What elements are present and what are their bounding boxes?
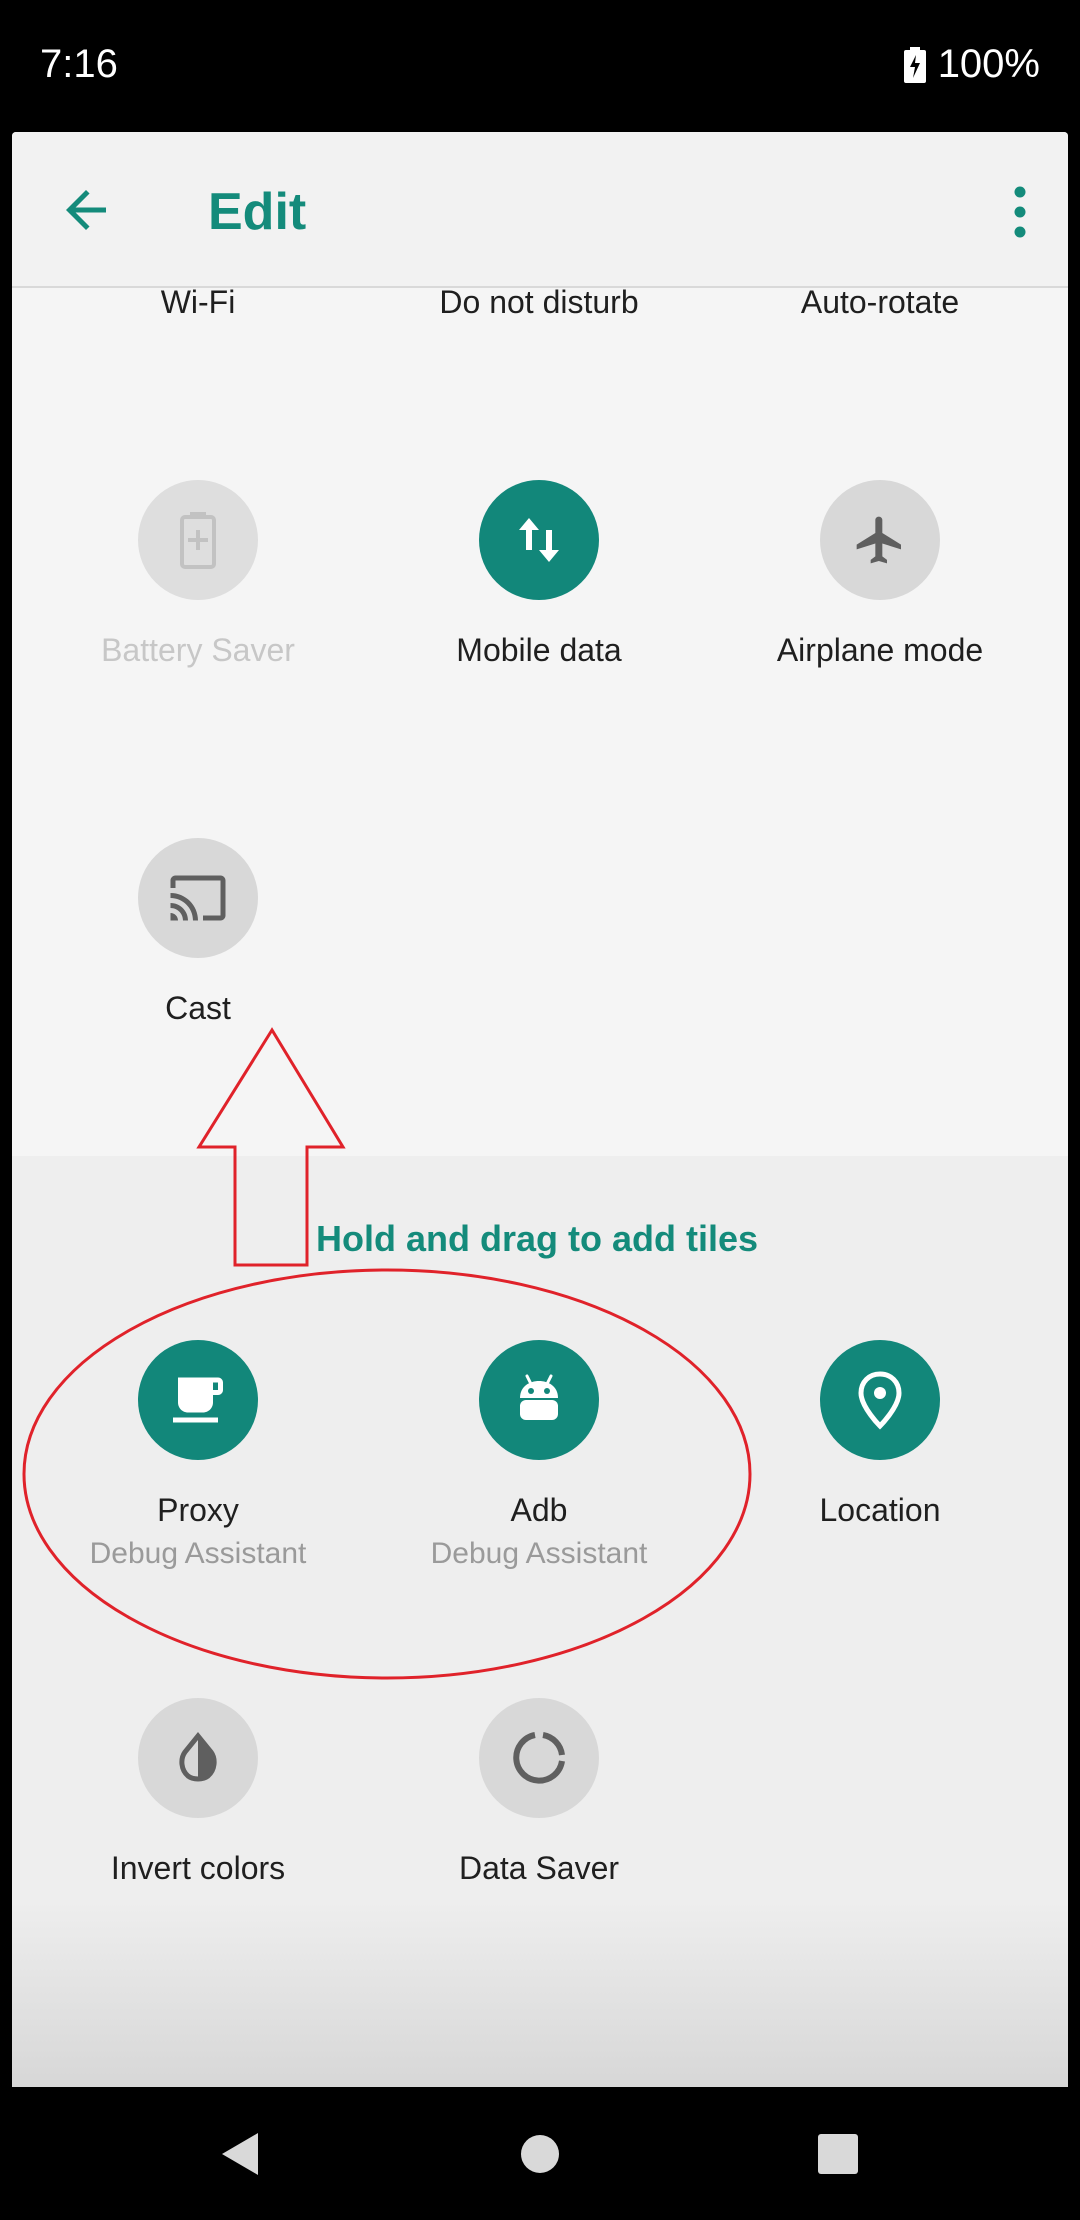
available-tiles-area (12, 1156, 1068, 2087)
nav-recents-button[interactable] (778, 2087, 898, 2220)
recents-square-icon (818, 2133, 858, 2174)
home-circle-icon (521, 2134, 559, 2173)
tile-mobile-data[interactable]: Mobile data (389, 480, 689, 669)
tile-label: Wi-Fi (160, 284, 236, 320)
tile-label: Invert colors (110, 1850, 286, 1886)
drag-hint: Hold and drag to add tiles (316, 1218, 759, 1259)
more-vert-icon (1014, 186, 1026, 238)
navigation-bar (0, 2087, 1080, 2220)
tile-label: Airplane mode (776, 632, 984, 668)
tile-sublabel: Debug Assistant (430, 1537, 648, 1570)
android-icon (479, 1340, 599, 1460)
tile-location[interactable]: Location (730, 1340, 1030, 1529)
tile-data-saver[interactable]: Data Saver (389, 1698, 689, 1887)
cast-icon (138, 838, 258, 958)
battery-plus-icon (138, 480, 258, 600)
data-saver-icon (479, 1698, 599, 1818)
tile-adb[interactable]: Adb Debug Assistant (389, 1340, 689, 1571)
mobile-data-icon (479, 480, 599, 600)
tile-label: Mobile data (456, 632, 622, 668)
invert-colors-icon (138, 1698, 258, 1818)
tile-label: Data Saver (458, 1850, 620, 1886)
status-bar: 7:16 100% (0, 0, 1080, 132)
status-time: 7:16 (40, 42, 118, 86)
battery-percent: 100% (937, 42, 1040, 86)
tile-airplane-mode[interactable]: Airplane mode (730, 480, 1030, 669)
tile-cast[interactable]: Cast (48, 838, 348, 1027)
tile-battery-saver[interactable]: Battery Saver (48, 480, 348, 669)
coffee-cup-icon (138, 1340, 258, 1460)
tile-label: Do not disturb (439, 284, 639, 320)
back-triangle-icon (222, 2132, 258, 2175)
tile-do-not-disturb[interactable]: Do not disturb (389, 284, 689, 321)
tile-invert-colors[interactable]: Invert colors (48, 1698, 348, 1887)
tile-wifi[interactable]: Wi-Fi (48, 284, 348, 321)
tile-sublabel: Debug Assistant (89, 1537, 307, 1570)
tile-label: Cast (165, 990, 231, 1026)
back-button[interactable] (56, 180, 116, 240)
toolbar: Edit (12, 132, 1068, 288)
page-title: Edit (208, 183, 307, 241)
more-options-button[interactable] (1000, 182, 1040, 242)
nav-home-button[interactable] (480, 2087, 600, 2220)
tile-label: Auto-rotate (800, 284, 960, 320)
battery-indicator: 100% (903, 42, 1040, 87)
tile-label: Adb (510, 1492, 568, 1528)
battery-charging-icon (903, 46, 926, 83)
tile-proxy[interactable]: Proxy Debug Assistant (48, 1340, 348, 1571)
tile-label: Proxy (157, 1492, 239, 1528)
edit-panel: Edit Wi-Fi Do not disturb Auto-rotate Ba… (12, 132, 1068, 2087)
airplane-icon (820, 480, 940, 600)
tile-label: Battery Saver (101, 632, 295, 668)
location-pin-icon (820, 1340, 940, 1460)
arrow-back-icon (66, 190, 106, 230)
tile-label: Location (819, 1492, 941, 1528)
nav-back-button[interactable] (180, 2087, 300, 2220)
tile-auto-rotate[interactable]: Auto-rotate (730, 284, 1030, 321)
